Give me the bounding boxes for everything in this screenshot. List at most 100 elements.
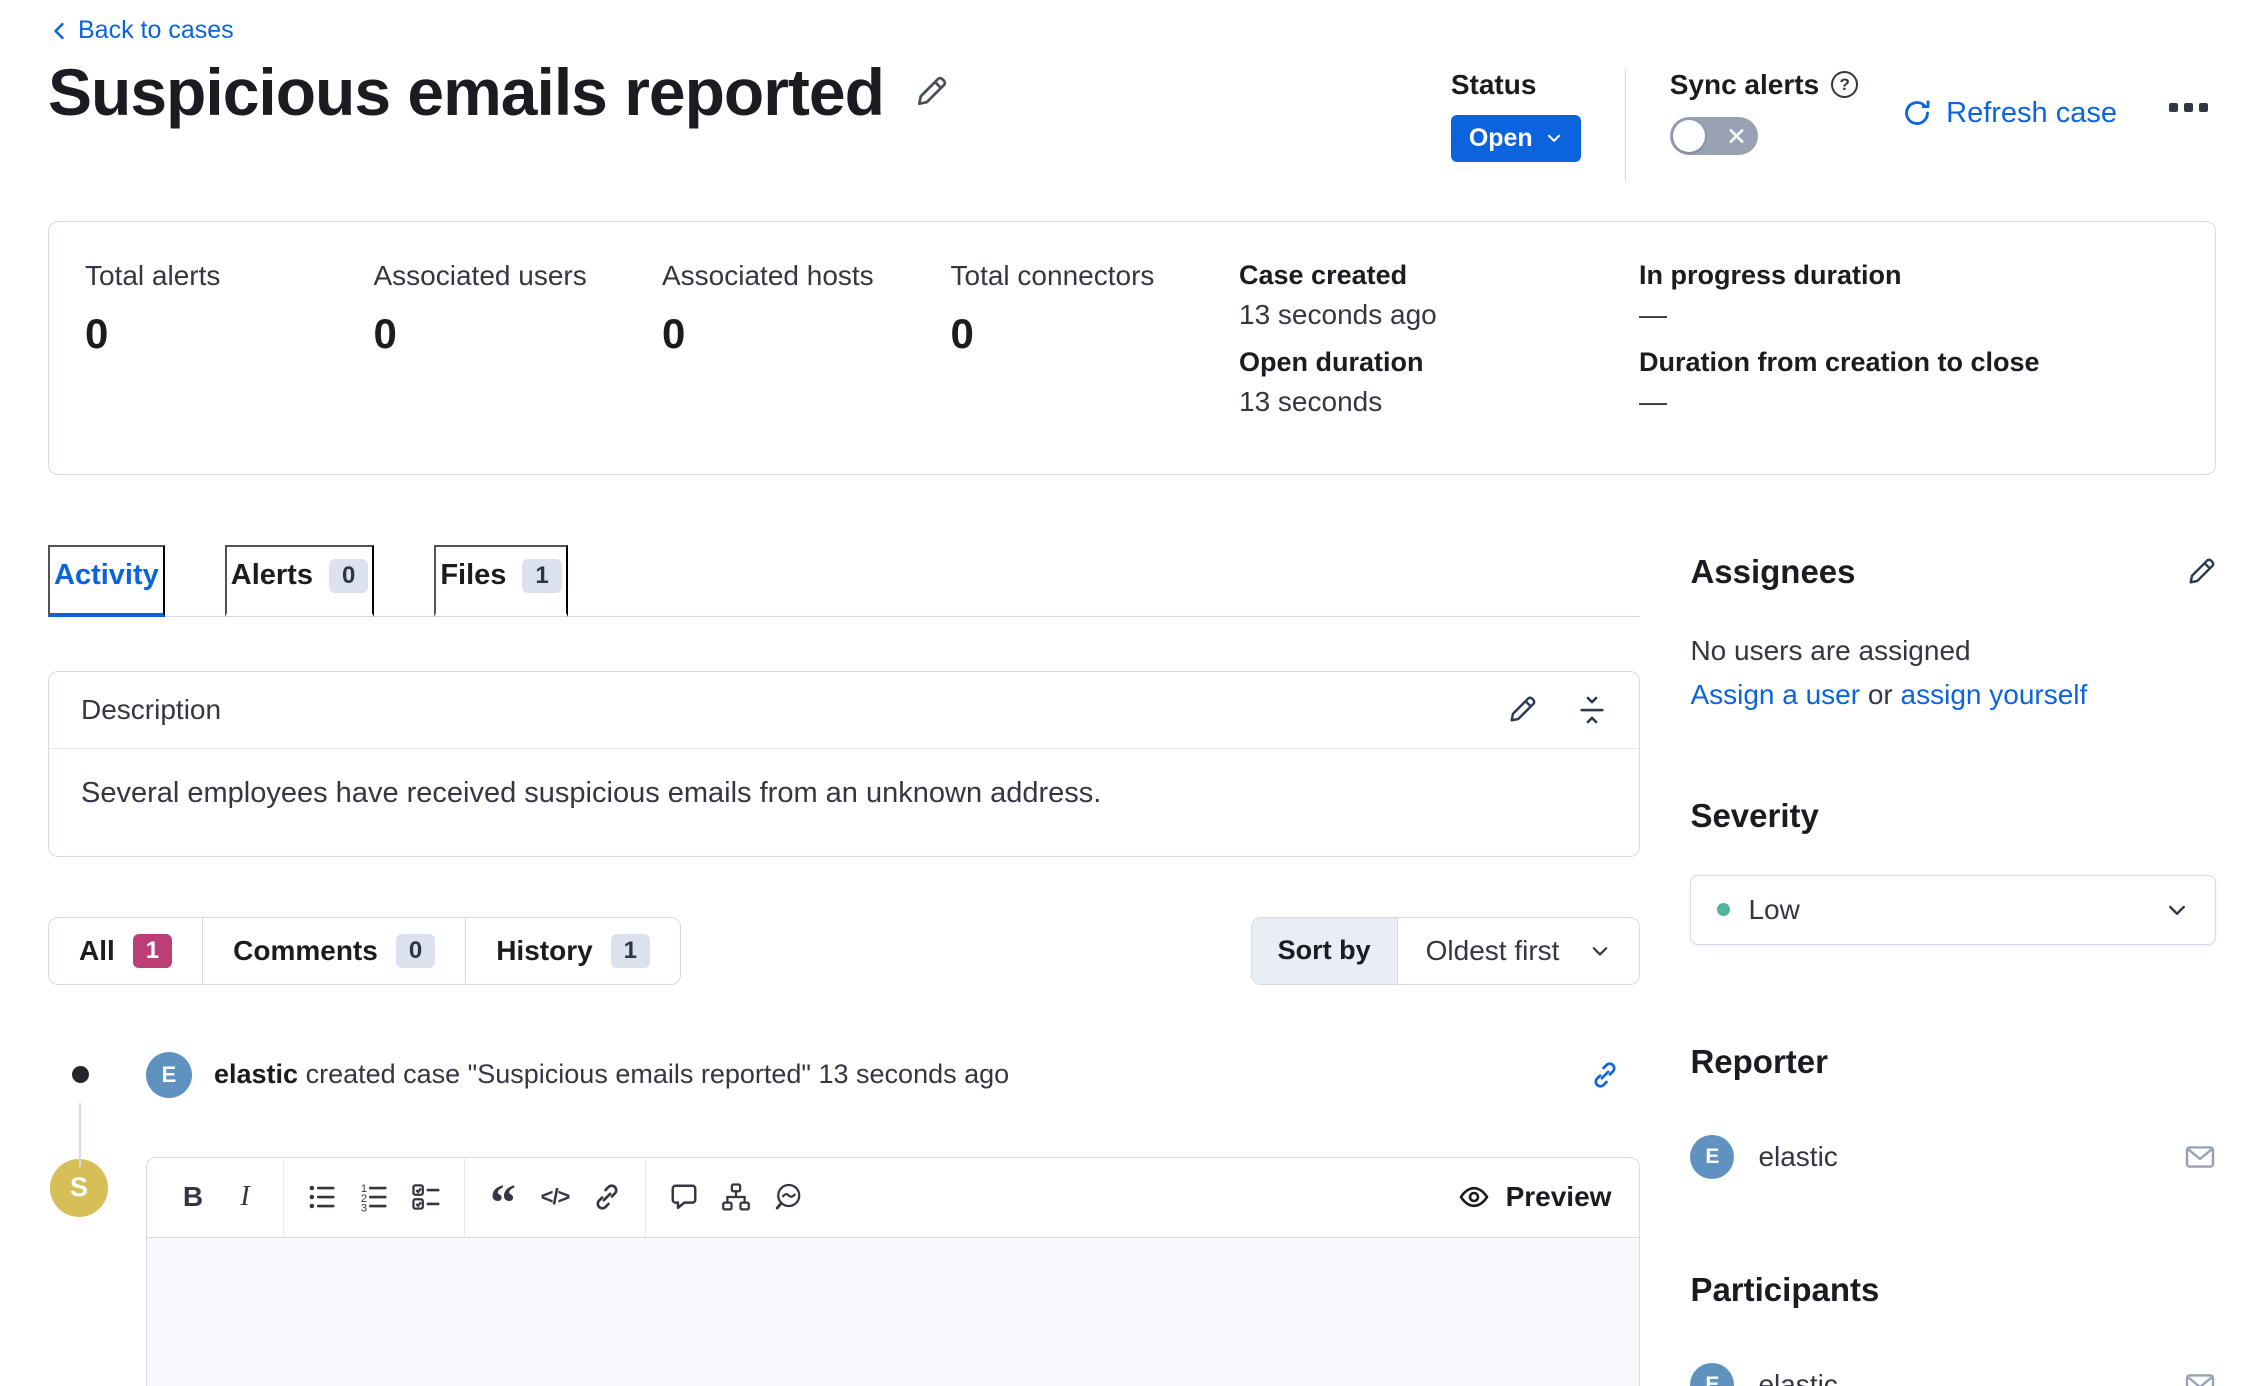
status-value: Open [1469, 124, 1533, 153]
quote-button[interactable] [477, 1171, 529, 1223]
timeline-connector [79, 1103, 81, 1167]
filter-all-button[interactable]: All 1 [49, 918, 202, 984]
sort-control: Sort by Oldest first [1251, 917, 1641, 985]
metric-associated-users: Associated users 0 [374, 260, 663, 434]
preview-button[interactable]: Preview [1458, 1181, 1612, 1213]
status-label: Status [1451, 69, 1581, 101]
description-text: Several employees have received suspicio… [49, 749, 1639, 856]
code-button[interactable] [529, 1171, 581, 1223]
refresh-case-button[interactable]: Refresh case [1902, 97, 2117, 130]
insert-timeline-button[interactable] [710, 1171, 762, 1223]
tab-alerts[interactable]: Alerts 0 [225, 545, 375, 617]
timeline-dot-icon [72, 1066, 89, 1083]
filter-history-button[interactable]: History 1 [465, 918, 680, 984]
tab-activity[interactable]: Activity [48, 545, 165, 617]
bold-button[interactable] [167, 1171, 219, 1223]
back-to-cases-link[interactable]: Back to cases [48, 16, 234, 45]
link-icon [592, 1182, 622, 1212]
status-block: Status Open [1451, 69, 1581, 162]
comment-button[interactable] [658, 1171, 710, 1223]
edit-assignees-button[interactable] [2186, 557, 2216, 587]
email-participant-button[interactable] [2184, 1369, 2216, 1386]
edit-description-button[interactable] [1507, 695, 1537, 725]
toolbar-divider [464, 1158, 465, 1237]
header-divider [1625, 69, 1626, 181]
alerts-count-badge: 0 [329, 559, 368, 593]
activity-event-row: E elastic created case "Suspicious email… [48, 1041, 1640, 1109]
all-count-badge: 1 [133, 934, 172, 968]
envelope-icon [2184, 1141, 2216, 1173]
participants-title: Participants [1690, 1271, 2216, 1309]
metric-associated-hosts: Associated hosts 0 [662, 260, 951, 434]
case-duration-col-1: Case created 13 seconds ago Open duratio… [1239, 260, 1639, 434]
avatar: E [1690, 1363, 1734, 1386]
help-icon[interactable] [1831, 71, 1858, 98]
avatar: E [1690, 1135, 1734, 1179]
reporter-title: Reporter [1690, 1043, 2216, 1081]
sort-order-select[interactable]: Oldest first [1398, 918, 1640, 984]
task-list-icon [411, 1182, 441, 1212]
code-icon [541, 1184, 570, 1210]
avatar: E [146, 1052, 192, 1098]
case-tabs: Activity Alerts 0 Files 1 [48, 545, 1640, 617]
italic-button[interactable] [219, 1171, 271, 1223]
copy-event-link-button[interactable] [1590, 1060, 1620, 1090]
unordered-list-button[interactable] [296, 1171, 348, 1223]
history-count-badge: 1 [611, 934, 650, 968]
edit-title-button[interactable] [914, 75, 948, 109]
filter-comments-button[interactable]: Comments 0 [202, 918, 465, 984]
email-reporter-button[interactable] [2184, 1141, 2216, 1173]
assign-yourself-link[interactable]: assign yourself [1901, 679, 2088, 710]
severity-low-dot-icon [1717, 903, 1730, 916]
activity-timeline: E elastic created case "Suspicious email… [48, 1041, 1640, 1386]
comment-bubble-icon [669, 1182, 699, 1212]
case-duration-col-2: In progress duration — Duration from cre… [1639, 260, 2179, 434]
back-link-label: Back to cases [78, 16, 234, 45]
fold-icon [1577, 695, 1607, 725]
sort-by-label: Sort by [1252, 918, 1398, 984]
case-metrics-panel: Total alerts 0 Associated users 0 Associ… [48, 221, 2216, 475]
reporter-user-row: E elastic [1690, 1135, 2216, 1179]
more-actions-button[interactable] [2161, 95, 2216, 120]
assignees-empty-text: No users are assigned [1690, 635, 2216, 667]
description-panel: Description [48, 671, 1640, 857]
chevron-down-icon [2165, 898, 2189, 922]
activity-event-text: elastic created case "Suspicious emails … [214, 1059, 1009, 1090]
toolbar-divider [645, 1158, 646, 1237]
task-list-button[interactable] [400, 1171, 452, 1223]
pencil-icon [914, 75, 948, 109]
chevron-left-icon [48, 20, 70, 42]
toolbar-divider [283, 1158, 284, 1237]
severity-select[interactable]: Low [1690, 875, 2216, 945]
markdown-editor: 123 [146, 1157, 1640, 1386]
comment-textarea[interactable] [147, 1238, 1639, 1386]
preview-label: Preview [1506, 1181, 1612, 1213]
assignees-conjunction: or [1868, 679, 1893, 710]
editor-link-button[interactable] [581, 1171, 633, 1223]
italic-icon [240, 1181, 249, 1213]
sync-alerts-block: Sync alerts [1670, 69, 1858, 162]
refresh-label: Refresh case [1946, 97, 2117, 130]
bold-icon [183, 1181, 203, 1213]
status-dropdown-button[interactable]: Open [1451, 115, 1581, 162]
new-comment-section: S [48, 1157, 1640, 1386]
assign-a-user-link[interactable]: Assign a user [1690, 679, 1860, 710]
editor-toolbar: 123 [147, 1158, 1639, 1238]
ordered-list-button[interactable]: 123 [348, 1171, 400, 1223]
activity-filter-group: All 1 Comments 0 History 1 [48, 917, 681, 985]
chevron-down-icon [1545, 129, 1563, 147]
description-title: Description [81, 694, 221, 726]
collapse-description-button[interactable] [1577, 695, 1607, 725]
severity-value: Low [1748, 894, 1799, 926]
case-detail-page: Back to cases Suspicious emails reported… [0, 0, 2256, 1386]
sync-alerts-label: Sync alerts [1670, 69, 1819, 101]
eye-icon [1458, 1181, 1490, 1213]
toggle-thumb [1673, 120, 1705, 152]
boxes-horizontal-icon [2169, 103, 2178, 112]
participant-username: elastic [1758, 1369, 1837, 1386]
tab-files[interactable]: Files 1 [434, 545, 567, 617]
activity-username: elastic [214, 1059, 298, 1089]
metric-total-alerts: Total alerts 0 [85, 260, 374, 434]
sync-alerts-toggle[interactable] [1670, 117, 1758, 155]
insert-lens-button[interactable] [762, 1171, 814, 1223]
